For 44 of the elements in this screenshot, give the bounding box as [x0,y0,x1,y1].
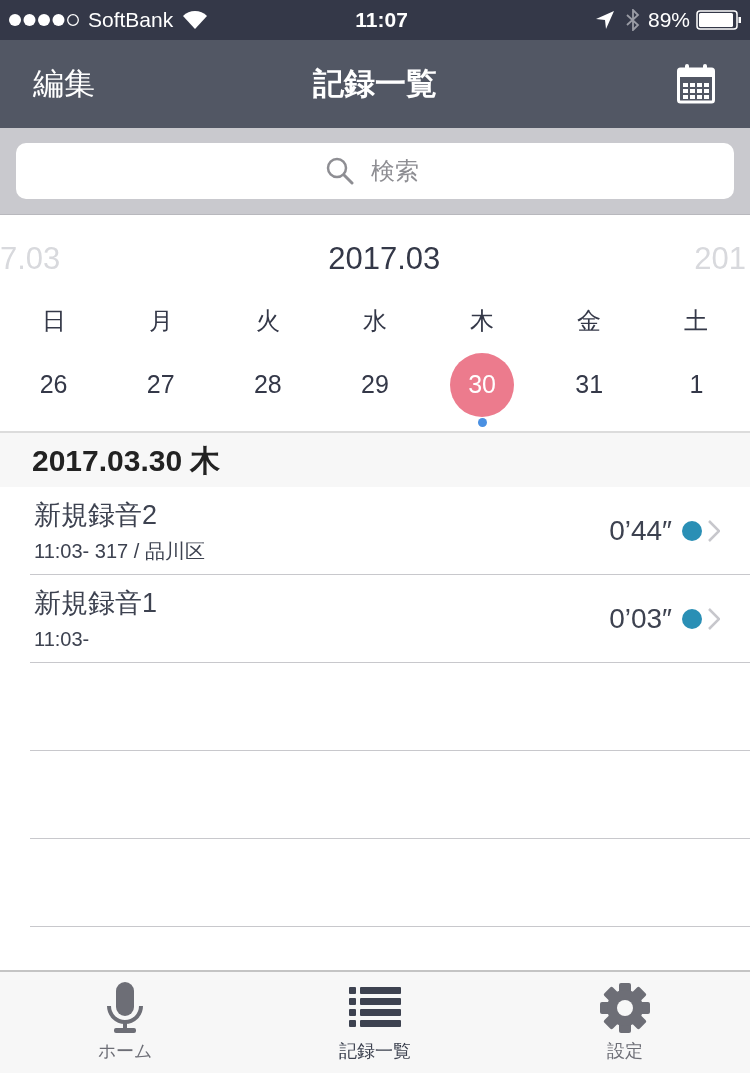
microphone-icon [106,982,144,1034]
calendar-day[interactable]: 31 [557,353,622,417]
recording-detail: 11:03- 317 / 品川区 [34,538,206,564]
weekday-label: 日 [41,306,66,336]
bluetooth-icon [625,9,640,31]
calendar-button[interactable] [675,62,717,106]
tab-bar-item[interactable]: 記録一覧 [250,972,500,1073]
recording-title: 新規録音1 [34,587,159,621]
calendar-day[interactable]: 28 [235,353,300,417]
settings-icon [599,982,651,1034]
weekday-label: 水 [363,306,387,336]
calendar-day[interactable]: 26 [21,353,86,417]
recording-duration: 0’44″ [609,513,672,548]
battery-icon [696,10,742,30]
weekday-label: 月 [148,306,173,336]
calendar-day[interactable]: 27 [128,353,193,417]
status-time: 11:07 [355,7,408,34]
tab-bar-item[interactable]: ホーム [0,972,250,1073]
weekday-label: 火 [255,306,280,336]
calendar-day[interactable]: 1 [664,353,729,417]
weekday-label: 木 [470,306,495,336]
signal-icon [8,13,80,27]
recording-row[interactable]: 新規録音1 11:03- 0’03″ [30,575,750,663]
wifi-icon [183,11,208,29]
list-icon [349,986,401,1030]
weekday-label: 金 [577,306,602,336]
nav-title: 記録一覧 [313,64,437,103]
tab-bar-item[interactable]: 設定 [500,972,750,1073]
chevron-icon [708,519,720,542]
carrier-name: SoftBank [88,7,174,34]
search-field[interactable]: 検索 [16,143,734,199]
recording-duration: 0’03″ [609,601,672,636]
recording-row[interactable]: 新規録音2 11:03- 317 / 品川区 0’44″ [30,487,750,575]
recording-title: 新規録音2 [34,499,159,533]
edit-button[interactable]: 編集 [33,60,153,108]
section-date: 2017.03.30 木 [32,442,221,479]
recording-detail: 11:03- [34,626,91,652]
chevron-icon [708,607,720,630]
battery-percent: 89% [647,7,690,34]
calendar-day[interactable]: 29 [343,353,407,417]
weekday-label: 土 [684,306,709,336]
location-arrow-icon [595,11,614,29]
search-icon [326,157,354,185]
current-month: 2017.03 [328,239,441,278]
